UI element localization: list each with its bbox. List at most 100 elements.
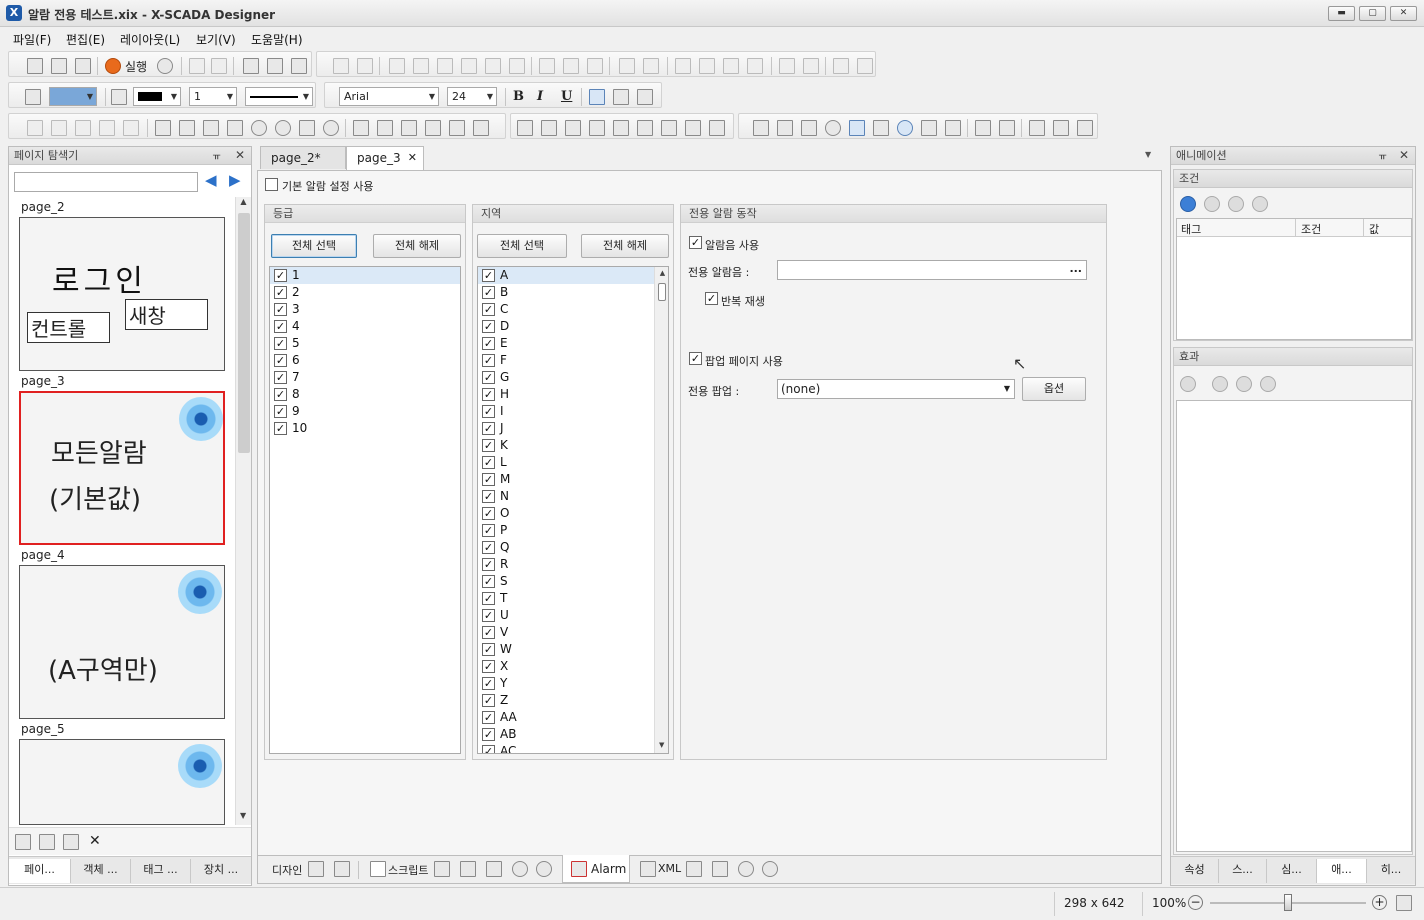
xml-tab[interactable]: XML [658, 862, 681, 875]
sound-file-input[interactable]: ... [777, 260, 1087, 280]
symbol-2-icon[interactable] [541, 120, 557, 136]
symbol-8-icon[interactable] [685, 120, 701, 136]
repeat-checkbox[interactable]: ✓ [705, 292, 718, 305]
close-panel-icon[interactable]: ✕ [1399, 148, 1409, 162]
list-item[interactable]: ✓ R [478, 556, 668, 573]
scroll-down-icon[interactable]: ▼ [240, 811, 246, 820]
list-item[interactable]: ✓ L [478, 454, 668, 471]
pie-tool-icon[interactable] [323, 120, 339, 136]
checkbox-control-icon[interactable] [801, 120, 817, 136]
frame-control-icon[interactable] [873, 120, 889, 136]
grade-deselect-all-button[interactable]: 전체 해제 [373, 234, 461, 258]
paste-icon[interactable] [291, 58, 307, 74]
checkbox-checked[interactable]: ✓ [482, 337, 495, 350]
checkbox-checked[interactable]: ✓ [482, 507, 495, 520]
column-condition[interactable]: 조건 [1301, 221, 1321, 237]
checkbox-checked[interactable]: ✓ [482, 320, 495, 333]
line-color-picker[interactable]: ▼ [133, 87, 181, 106]
checkbox-checked[interactable]: ✓ [482, 286, 495, 299]
polygon-tool-icon[interactable] [299, 120, 315, 136]
checkbox-checked[interactable]: ✓ [274, 422, 287, 435]
flip-horizontal-icon[interactable] [779, 58, 795, 74]
copy-page-icon[interactable] [63, 834, 79, 850]
triangle-tool-icon[interactable] [155, 120, 171, 136]
textbox-control-icon[interactable] [753, 120, 769, 136]
closed-curve-tool-icon[interactable] [99, 120, 115, 136]
list-item[interactable]: ✓ E [478, 335, 668, 352]
checkbox-checked[interactable]: ✓ [482, 677, 495, 690]
line-tool-icon[interactable] [27, 120, 43, 136]
checkbox-checked[interactable]: ✓ [482, 524, 495, 537]
scroll-up-icon[interactable]: ▲ [655, 269, 668, 277]
line-style-select[interactable]: ▼ [245, 87, 313, 106]
curve-tool-icon[interactable] [75, 120, 91, 136]
list-item[interactable]: ✓ S [478, 573, 668, 590]
list-item[interactable]: ✓ D [478, 318, 668, 335]
list-item[interactable]: ✓ AC [478, 743, 668, 753]
scroll-up-icon[interactable]: ▲ [236, 197, 251, 206]
tab-page-2[interactable]: page_2* [260, 146, 346, 169]
list-item[interactable]: ✓ A [478, 267, 668, 284]
checkbox-checked[interactable]: ✓ [482, 456, 495, 469]
lamp-control-icon[interactable] [921, 120, 937, 136]
stop-run-icon[interactable] [157, 58, 173, 74]
list-item[interactable]: ✓ H [478, 386, 668, 403]
move-up-icon[interactable] [1260, 376, 1276, 392]
page-thumbnail[interactable] [19, 739, 225, 825]
checkbox-checked[interactable]: ✓ [274, 354, 287, 367]
tab-page-3[interactable]: page_3 ✕ [346, 146, 424, 170]
trend-chart-icon[interactable] [1029, 120, 1045, 136]
new-file-icon[interactable] [27, 58, 43, 74]
pin-icon[interactable]: ᚂ [213, 150, 220, 161]
script-tab[interactable]: 스크립트 [388, 862, 428, 878]
list-item[interactable]: ✓ W [478, 641, 668, 658]
space-vertical-icon[interactable] [643, 58, 659, 74]
list-item[interactable]: ✓ 7 [270, 369, 460, 386]
video-tool-icon[interactable] [449, 120, 465, 136]
export-script-icon[interactable] [460, 861, 476, 877]
list-item[interactable]: ✓ 3 [270, 301, 460, 318]
tab-objects[interactable]: 객체 ... [71, 859, 131, 883]
list-item[interactable]: ✓ 5 [270, 335, 460, 352]
rotate-right-icon[interactable] [857, 58, 873, 74]
menu-edit[interactable]: 편집(E) [66, 31, 105, 48]
popup-select[interactable]: (none) ▼ [777, 379, 1015, 399]
text-align-center-icon[interactable] [613, 89, 629, 105]
italic-button[interactable]: I [537, 89, 543, 104]
open-xml-icon[interactable] [686, 861, 702, 877]
list-item[interactable]: ✓ 8 [270, 386, 460, 403]
list-item[interactable]: ✓ Z [478, 692, 668, 709]
image-tool-icon[interactable] [353, 120, 369, 136]
list-item[interactable]: ✓ U [478, 607, 668, 624]
symbol-5-icon[interactable] [613, 120, 629, 136]
use-sound-checkbox[interactable]: ✓ [689, 236, 702, 249]
zoom-in-icon[interactable] [738, 861, 754, 877]
tab-style[interactable]: 스... [1219, 859, 1267, 883]
list-item[interactable]: ✓ P [478, 522, 668, 539]
checkbox-checked[interactable]: ✓ [482, 541, 495, 554]
zoom-in-button[interactable]: + [1372, 895, 1387, 910]
open-script-icon[interactable] [434, 861, 450, 877]
menu-layout[interactable]: 레이아웃(L) [120, 31, 180, 48]
tab-overflow-icon[interactable]: ▼ [1145, 150, 1151, 159]
bold-button[interactable]: B [513, 89, 524, 104]
run-icon[interactable] [105, 58, 121, 74]
minimize-button[interactable]: ▬ [1328, 6, 1355, 21]
close-window-button[interactable]: ✕ [1390, 6, 1417, 21]
redo-icon[interactable] [211, 58, 227, 74]
send-back-icon[interactable] [699, 58, 715, 74]
checkbox-checked[interactable]: ✓ [482, 405, 495, 418]
zoom-slider-thumb[interactable] [1284, 894, 1292, 911]
checkbox-checked[interactable]: ✓ [274, 303, 287, 316]
checkbox-checked[interactable]: ✓ [274, 269, 287, 282]
page-search-input[interactable] [14, 172, 198, 192]
line-width-select[interactable]: 1 ▼ [189, 87, 237, 106]
list-item[interactable]: ✓ AA [478, 709, 668, 726]
list-item[interactable]: ✓ V [478, 624, 668, 641]
checkbox-checked[interactable]: ✓ [274, 286, 287, 299]
list-item[interactable]: ✓ 4 [270, 318, 460, 335]
xml-icon[interactable] [640, 861, 656, 877]
scroll-thumb[interactable] [238, 213, 250, 453]
browser-control-icon[interactable] [897, 120, 913, 136]
underline-button[interactable]: U [561, 89, 572, 104]
